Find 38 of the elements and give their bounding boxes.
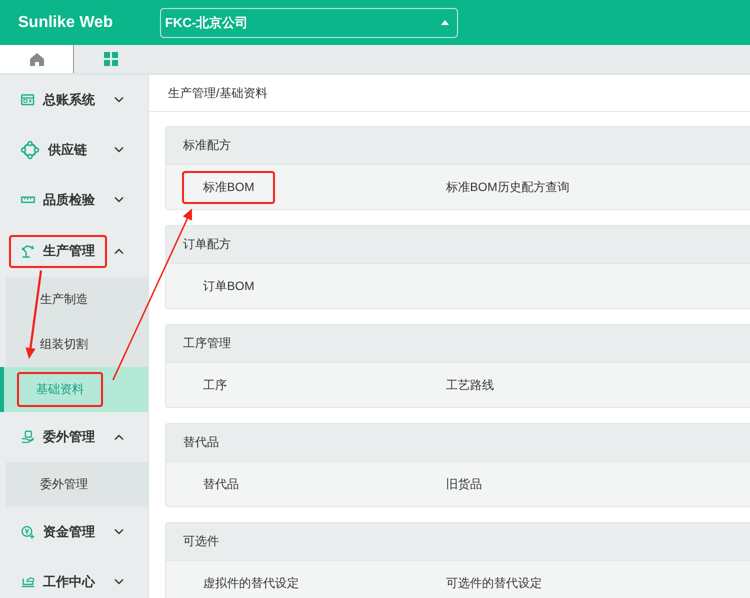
sidebar-label: 工作中心 [43, 573, 95, 591]
menu-link[interactable]: 标准BOM [182, 170, 276, 204]
sidebar-label: 供应链 [48, 141, 87, 159]
breadcrumb: 生产管理/基础资料 [168, 84, 268, 102]
menu-link[interactable]: 工序 [182, 368, 248, 402]
grid-icon [104, 52, 118, 66]
app-title: Sunlike Web [17, 14, 114, 32]
sidebar-item[interactable]: 资金管理 [0, 507, 148, 557]
menu-link[interactable]: 标准BOM历史配方查询 [425, 170, 590, 204]
menu-link[interactable]: 虚拟件的替代设定 [182, 566, 320, 598]
sidebar-item[interactable]: 总账系统 [0, 75, 148, 125]
section-title: 订单配方 [183, 236, 231, 253]
sidebar-item[interactable]: 品质检验 [0, 175, 148, 225]
sidebar-item[interactable]: 供应链 [0, 125, 148, 175]
menu-link[interactable]: 可选件的替代设定 [425, 566, 563, 598]
menu-link[interactable]: 订单BOM [182, 270, 276, 302]
sidebar-item[interactable]: 工作中心 [0, 557, 148, 598]
tab[interactable] [0, 45, 74, 73]
section-title: 工序管理 [183, 335, 231, 352]
module-icon [21, 140, 40, 160]
submenu-item[interactable]: 委外管理 [0, 462, 148, 507]
sidebar-label: 生产管理 [43, 242, 95, 260]
submenu-item[interactable]: 生产制造 [0, 277, 148, 322]
menu-link[interactable]: 工艺路线 [425, 368, 515, 402]
menu-link[interactable]: 旧货品 [425, 468, 503, 500]
submenu-item[interactable]: 组装切割 [0, 322, 148, 367]
section-title: 可选件 [183, 533, 219, 550]
sidebar-label: 总账系统 [43, 91, 95, 109]
sidebar-label: 委外管理 [43, 428, 95, 446]
home-icon [30, 52, 44, 66]
section-title: 替代品 [183, 434, 219, 451]
dropdown-caret-icon [441, 20, 449, 25]
sidebar-item[interactable]: 生产管理 [0, 225, 148, 277]
section-title: 标准配方 [183, 137, 231, 154]
menu-link[interactable]: 替代品 [182, 468, 260, 500]
sidebar-label: 资金管理 [43, 523, 95, 541]
sidebar-item[interactable]: 委外管理 [0, 412, 148, 462]
sidebar-label: 品质检验 [43, 191, 95, 209]
